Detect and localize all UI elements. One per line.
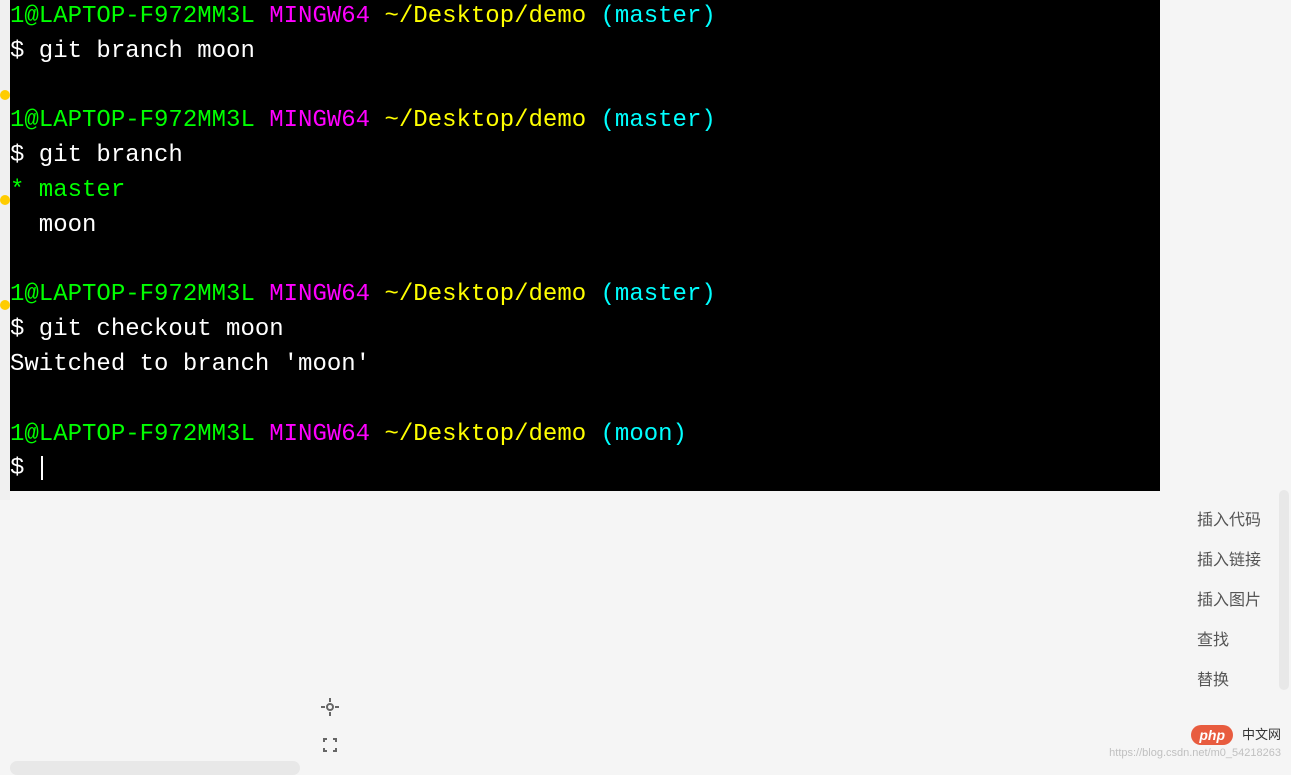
menu-insert-code[interactable]: 插入代码 (1197, 498, 1261, 538)
php-badge: php (1191, 725, 1233, 745)
menu-replace[interactable]: 替换 (1197, 658, 1261, 698)
editor-toolbar (320, 697, 340, 755)
context-menu: 插入代码 插入链接 插入图片 查找 替换 (1197, 498, 1261, 698)
menu-insert-image[interactable]: 插入图片 (1197, 578, 1261, 618)
vertical-scrollbar[interactable] (1279, 490, 1289, 690)
expand-icon[interactable] (320, 735, 340, 755)
menu-find[interactable]: 查找 (1197, 618, 1261, 658)
watermark-text: https://blog.csdn.net/m0_54218263 (1109, 747, 1281, 759)
gutter-marker (0, 195, 10, 205)
gutter-marker (0, 90, 10, 100)
horizontal-scrollbar[interactable] (10, 761, 300, 775)
cn-label: 中文网 (1242, 724, 1281, 743)
terminal-window[interactable]: 1@LAPTOP-F972MM3L MINGW64 ~/Desktop/demo… (10, 0, 1160, 491)
editor-gutter (0, 0, 10, 500)
gutter-marker (0, 300, 10, 310)
menu-insert-link[interactable]: 插入链接 (1197, 538, 1261, 578)
target-icon[interactable] (320, 697, 340, 717)
